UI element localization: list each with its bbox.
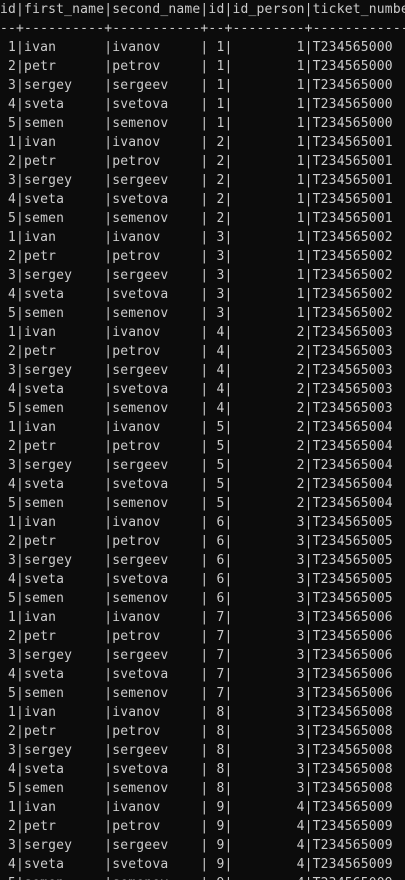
table-row: 4|sveta |svetova | 9| 4|T234565009	[0, 857, 393, 872]
table-row: 5|semen |semenov | 6| 3|T234565005	[0, 591, 393, 606]
table-row: 5|semen |semenov | 1| 1|T234565000	[0, 116, 393, 131]
table-row: 1|ivan |ivanov | 2| 1|T234565001	[0, 135, 393, 150]
table-row: 2|petr |petrov | 6| 3|T234565005	[0, 534, 393, 549]
table-row: 2|petr |petrov | 2| 1|T234565001	[0, 154, 393, 169]
table-body: 1|ivan |ivanov | 1| 1|T234565000 2|petr …	[0, 38, 405, 880]
table-row: 2|petr |petrov | 7| 3|T234565006	[0, 629, 393, 644]
table-row: 4|sveta |svetova | 6| 3|T234565005	[0, 572, 393, 587]
table-row: 4|sveta |svetova | 4| 2|T234565003	[0, 382, 393, 397]
table-row: 3|sergey |sergeev | 6| 3|T234565005	[0, 553, 393, 568]
table-row: 4|sveta |svetova | 5| 2|T234565004	[0, 477, 393, 492]
table-row: 1|ivan |ivanov | 1| 1|T234565000	[0, 40, 393, 55]
table-row: 5|semen |semenov | 4| 2|T234565003	[0, 401, 393, 416]
table-row: 3|sergey |sergeev | 4| 2|T234565003	[0, 363, 393, 378]
table-row: 3|sergey |sergeev | 3| 1|T234565002	[0, 268, 393, 283]
table-row: 1|ivan |ivanov | 9| 4|T234565009	[0, 800, 393, 815]
table-header: id|first_name|second_name|id|id_person|t…	[0, 2, 405, 17]
table-row: 1|ivan |ivanov | 8| 3|T234565008	[0, 705, 393, 720]
table-row: 2|petr |petrov | 1| 1|T234565000	[0, 59, 393, 74]
table-row: 5|semen |semenov | 8| 3|T234565008	[0, 781, 393, 796]
terminal-output: id|first_name|second_name|id|id_person|t…	[0, 0, 405, 880]
table-row: 3|sergey |sergeev | 1| 1|T234565000	[0, 78, 393, 93]
table-row: 4|sveta |svetova | 7| 3|T234565006	[0, 667, 393, 682]
table-row: 1|ivan |ivanov | 4| 2|T234565003	[0, 325, 393, 340]
table-separator: --+----------+-----------+--+---------+-…	[0, 21, 405, 36]
table-row: 1|ivan |ivanov | 3| 1|T234565002	[0, 230, 393, 245]
table-row: 2|petr |petrov | 5| 2|T234565004	[0, 439, 393, 454]
table-row-partial: 5|semen |semenov | 9| 4|T234565009	[0, 874, 405, 880]
table-row: 4|sveta |svetova | 3| 1|T234565002	[0, 287, 393, 302]
table-row: 3|sergey |sergeev | 5| 2|T234565004	[0, 458, 393, 473]
table-row: 2|petr |petrov | 4| 2|T234565003	[0, 344, 393, 359]
table-row: 1|ivan |ivanov | 6| 3|T234565005	[0, 515, 393, 530]
table-row: 1|ivan |ivanov | 5| 2|T234565004	[0, 420, 393, 435]
table-row: 2|petr |petrov | 8| 3|T234565008	[0, 724, 393, 739]
table-row: 3|sergey |sergeev | 2| 1|T234565001	[0, 173, 393, 188]
table-row: 4|sveta |svetova | 1| 1|T234565000	[0, 97, 393, 112]
table-row: 4|sveta |svetova | 2| 1|T234565001	[0, 192, 393, 207]
table-row: 3|sergey |sergeev | 7| 3|T234565006	[0, 648, 393, 663]
table-row: 3|sergey |sergeev | 8| 3|T234565008	[0, 743, 393, 758]
table-row: 5|semen |semenov | 3| 1|T234565002	[0, 306, 393, 321]
table-row: 2|petr |petrov | 3| 1|T234565002	[0, 249, 393, 264]
table-row: 5|semen |semenov | 5| 2|T234565004	[0, 496, 393, 511]
table-row: 2|petr |petrov | 9| 4|T234565009	[0, 819, 393, 834]
table-row: 4|sveta |svetova | 8| 3|T234565008	[0, 762, 393, 777]
table-row: 1|ivan |ivanov | 7| 3|T234565006	[0, 610, 393, 625]
table-row: 5|semen |semenov | 7| 3|T234565006	[0, 686, 393, 701]
table-row: 5|semen |semenov | 2| 1|T234565001	[0, 211, 393, 226]
table-row: 3|sergey |sergeev | 9| 4|T234565009	[0, 838, 393, 853]
